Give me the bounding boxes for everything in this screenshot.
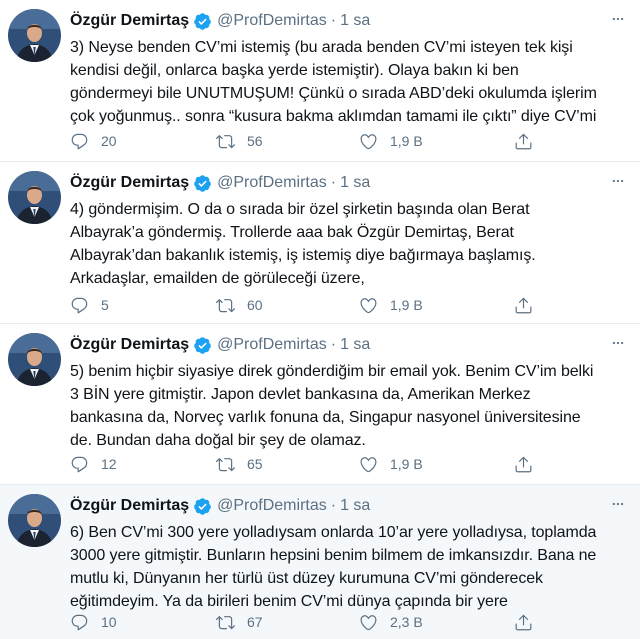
- tweet[interactable]: Özgür Demirtaş @ProfDemirtas · 1 sa 5) b…: [0, 324, 640, 485]
- verified-badge-icon: [193, 336, 212, 355]
- tweet-time[interactable]: 1 sa: [340, 12, 370, 30]
- share-button[interactable]: [514, 613, 533, 632]
- separator-dot: ·: [330, 336, 337, 353]
- retweet-icon: [216, 298, 235, 312]
- author-name[interactable]: Özgür Demirtaş: [70, 174, 189, 192]
- heart-icon: [360, 456, 377, 472]
- reply-button[interactable]: 10: [70, 613, 117, 632]
- separator-dot: ·: [330, 174, 337, 191]
- avatar[interactable]: [8, 494, 61, 547]
- tweet-actions: 20 56 1,9 B: [70, 130, 540, 152]
- author-handle[interactable]: @ProfDemirtas: [217, 336, 327, 354]
- retweet-button[interactable]: 56: [216, 132, 263, 151]
- share-icon: [515, 133, 532, 149]
- share-button[interactable]: [514, 455, 533, 474]
- reply-icon: [71, 297, 88, 313]
- like-count: 2,3 B: [390, 614, 423, 630]
- tweet-time[interactable]: 1 sa: [340, 174, 370, 192]
- author-handle[interactable]: @ProfDemirtas: [217, 174, 327, 192]
- verified-badge-icon: [193, 12, 212, 31]
- retweet-button[interactable]: 67: [216, 613, 263, 632]
- reply-button[interactable]: 12: [70, 455, 117, 474]
- retweet-count: 56: [247, 133, 263, 149]
- more-icon[interactable]: [608, 333, 628, 353]
- tweet-actions: 10 67 2,3 B: [70, 611, 540, 633]
- author-handle[interactable]: @ProfDemirtas: [217, 12, 327, 30]
- retweet-button[interactable]: 65: [216, 455, 263, 474]
- like-button[interactable]: 1,9 B: [359, 455, 423, 474]
- tweet-header: Özgür Demirtaş @ProfDemirtas · 1 sa: [70, 334, 370, 356]
- verified-badge-icon: [193, 174, 212, 193]
- tweet-time[interactable]: 1 sa: [340, 336, 370, 354]
- heart-icon: [360, 133, 377, 149]
- reply-icon: [71, 614, 88, 630]
- share-icon: [515, 456, 532, 472]
- heart-icon: [360, 297, 377, 313]
- tweet-actions: 12 65 1,9 B: [70, 453, 540, 475]
- tweet[interactable]: Özgür Demirtaş @ProfDemirtas · 1 sa 6) B…: [0, 485, 640, 639]
- reply-icon: [71, 133, 88, 149]
- reply-button[interactable]: 5: [70, 296, 109, 315]
- author-name[interactable]: Özgür Demirtaş: [70, 497, 189, 515]
- share-icon: [515, 614, 532, 630]
- like-button[interactable]: 1,9 B: [359, 296, 423, 315]
- share-icon: [515, 297, 532, 313]
- reply-count: 5: [101, 297, 109, 313]
- retweet-icon: [216, 134, 235, 148]
- separator-dot: ·: [330, 12, 337, 29]
- avatar[interactable]: [8, 333, 61, 386]
- reply-icon: [71, 456, 88, 472]
- retweet-count: 67: [247, 614, 263, 630]
- like-count: 1,9 B: [390, 297, 423, 313]
- like-count: 1,9 B: [390, 456, 423, 472]
- tweet-actions: 5 60 1,9 B: [70, 294, 540, 316]
- tweet-text: 3) Neyse benden CV’mi istemiş (bu arada …: [70, 39, 597, 125]
- tweet-header: Özgür Demirtaş @ProfDemirtas · 1 sa: [70, 495, 370, 517]
- tweet-time[interactable]: 1 sa: [340, 497, 370, 515]
- tweet[interactable]: Özgür Demirtaş @ProfDemirtas · 1 sa 4) g…: [0, 162, 640, 324]
- author-name[interactable]: Özgür Demirtaş: [70, 336, 189, 354]
- retweet-icon: [216, 615, 235, 629]
- avatar[interactable]: [8, 9, 61, 62]
- like-button[interactable]: 1,9 B: [359, 132, 423, 151]
- author-handle[interactable]: @ProfDemirtas: [217, 497, 327, 515]
- verified-badge-icon: [193, 497, 212, 516]
- reply-count: 12: [101, 456, 117, 472]
- more-icon[interactable]: [608, 9, 628, 29]
- retweet-count: 60: [247, 297, 263, 313]
- share-button[interactable]: [514, 132, 533, 151]
- heart-icon: [360, 614, 377, 630]
- like-button[interactable]: 2,3 B: [359, 613, 423, 632]
- author-name[interactable]: Özgür Demirtaş: [70, 12, 189, 30]
- tweet-header: Özgür Demirtaş @ProfDemirtas · 1 sa: [70, 10, 370, 32]
- tweet-header: Özgür Demirtaş @ProfDemirtas · 1 sa: [70, 172, 370, 194]
- tweet-text: 5) benim hiçbir siyasiye direk gönderdiğ…: [70, 363, 594, 449]
- separator-dot: ·: [330, 497, 337, 514]
- avatar[interactable]: [8, 171, 61, 224]
- retweet-icon: [216, 457, 235, 471]
- share-button[interactable]: [514, 296, 533, 315]
- reply-count: 10: [101, 614, 117, 630]
- tweet[interactable]: Özgür Demirtaş @ProfDemirtas · 1 sa 3) N…: [0, 0, 640, 162]
- more-icon[interactable]: [608, 171, 628, 191]
- more-icon[interactable]: [608, 494, 628, 514]
- retweet-count: 65: [247, 456, 263, 472]
- tweet-text: 4) göndermişim. O da o sırada bir özel ş…: [70, 201, 536, 287]
- retweet-button[interactable]: 60: [216, 296, 263, 315]
- reply-button[interactable]: 20: [70, 132, 117, 151]
- tweet-text: 6) Ben CV’mi 300 yere yolladıysam onlard…: [70, 524, 597, 610]
- like-count: 1,9 B: [390, 133, 423, 149]
- reply-count: 20: [101, 133, 117, 149]
